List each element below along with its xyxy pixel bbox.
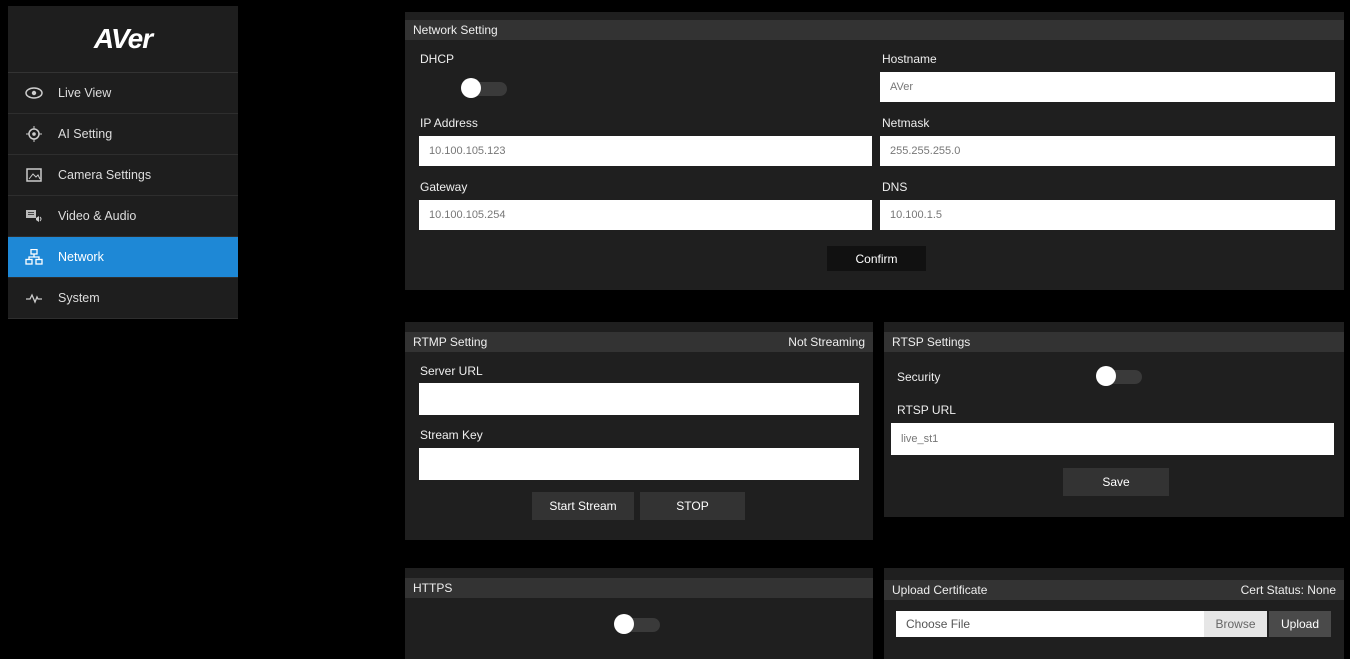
server-url-input[interactable] [419,383,859,415]
rtsp-url-label: RTSP URL [897,403,956,417]
target-icon [24,126,44,142]
toggle-knob [461,78,481,98]
sidebar-item-label: Live View [58,86,112,100]
panel-title: Upload Certificate [892,583,988,597]
security-toggle[interactable] [1096,366,1144,386]
stream-key-input[interactable] [419,448,859,480]
upload-certificate-panel: Upload Certificate Cert Status: None Cho… [884,568,1344,659]
rtmp-setting-panel: RTMP Setting Not Streaming Server URL St… [405,322,873,540]
rtsp-settings-header: RTSP Settings [884,332,1344,352]
https-toggle[interactable] [614,614,662,634]
security-label: Security [897,370,941,384]
dns-input[interactable] [880,200,1335,230]
eye-icon [24,85,44,101]
sidebar-item-label: Camera Settings [58,168,152,182]
netmask-label: Netmask [882,116,930,130]
sidebar-item-video-audio[interactable]: Video & Audio [8,196,238,237]
sidebar-item-network[interactable]: Network [8,237,238,278]
upload-button[interactable]: Upload [1269,611,1331,637]
hostname-label: Hostname [882,52,937,66]
ip-address-input[interactable] [419,136,872,166]
aver-logo: AVer [8,6,238,73]
gateway-input[interactable] [419,200,872,230]
sidebar-item-label: Network [58,250,104,264]
confirm-button[interactable]: Confirm [827,246,926,271]
dhcp-label: DHCP [420,52,455,66]
panel-title: RTMP Setting [413,335,488,349]
network-icon [24,249,44,265]
dhcp-toggle[interactable] [461,78,509,98]
server-url-label: Server URL [420,364,483,378]
network-setting-panel: Network Setting DHCP Hostname IP Address… [405,12,1344,290]
choose-file-field[interactable]: Choose File [896,611,1204,637]
toggle-knob [1096,366,1116,386]
start-stream-button[interactable]: Start Stream [532,492,634,520]
sidebar-item-camera-settings[interactable]: Camera Settings [8,155,238,196]
dns-label: DNS [882,180,908,194]
save-button[interactable]: Save [1063,468,1169,496]
cert-status: Cert Status: None [1240,583,1336,597]
stop-button[interactable]: STOP [640,492,745,520]
sidebar-item-live-view[interactable]: Live View [8,73,238,114]
sidebar: AVer Live View AI Setting Camera Setting… [8,6,238,319]
sidebar-item-system[interactable]: System [8,278,238,319]
pulse-icon [24,290,44,306]
video-audio-icon [24,208,44,224]
stream-key-label: Stream Key [420,428,483,442]
toggle-knob [614,614,634,634]
netmask-input[interactable] [880,136,1335,166]
network-setting-header: Network Setting [405,20,1344,40]
https-panel: HTTPS [405,568,873,659]
choose-file-placeholder: Choose File [906,617,971,631]
gateway-label: Gateway [420,180,468,194]
panel-title: Network Setting [413,23,498,37]
https-header: HTTPS [405,578,873,598]
sidebar-item-ai-setting[interactable]: AI Setting [8,114,238,155]
panel-title: RTSP Settings [892,335,971,349]
panel-title: HTTPS [413,581,453,595]
sidebar-item-label: System [58,291,100,305]
sidebar-item-label: AI Setting [58,127,113,141]
image-icon [24,167,44,183]
streaming-status: Not Streaming [788,335,865,349]
ip-address-label: IP Address [420,116,478,130]
rtmp-setting-header: RTMP Setting Not Streaming [405,332,873,352]
browse-button[interactable]: Browse [1204,611,1267,637]
hostname-input[interactable] [880,72,1335,102]
upload-certificate-header: Upload Certificate Cert Status: None [884,580,1344,600]
rtsp-url-input[interactable] [891,423,1334,455]
rtsp-settings-panel: RTSP Settings Security RTSP URL Save [884,322,1344,517]
sidebar-item-label: Video & Audio [58,209,137,223]
